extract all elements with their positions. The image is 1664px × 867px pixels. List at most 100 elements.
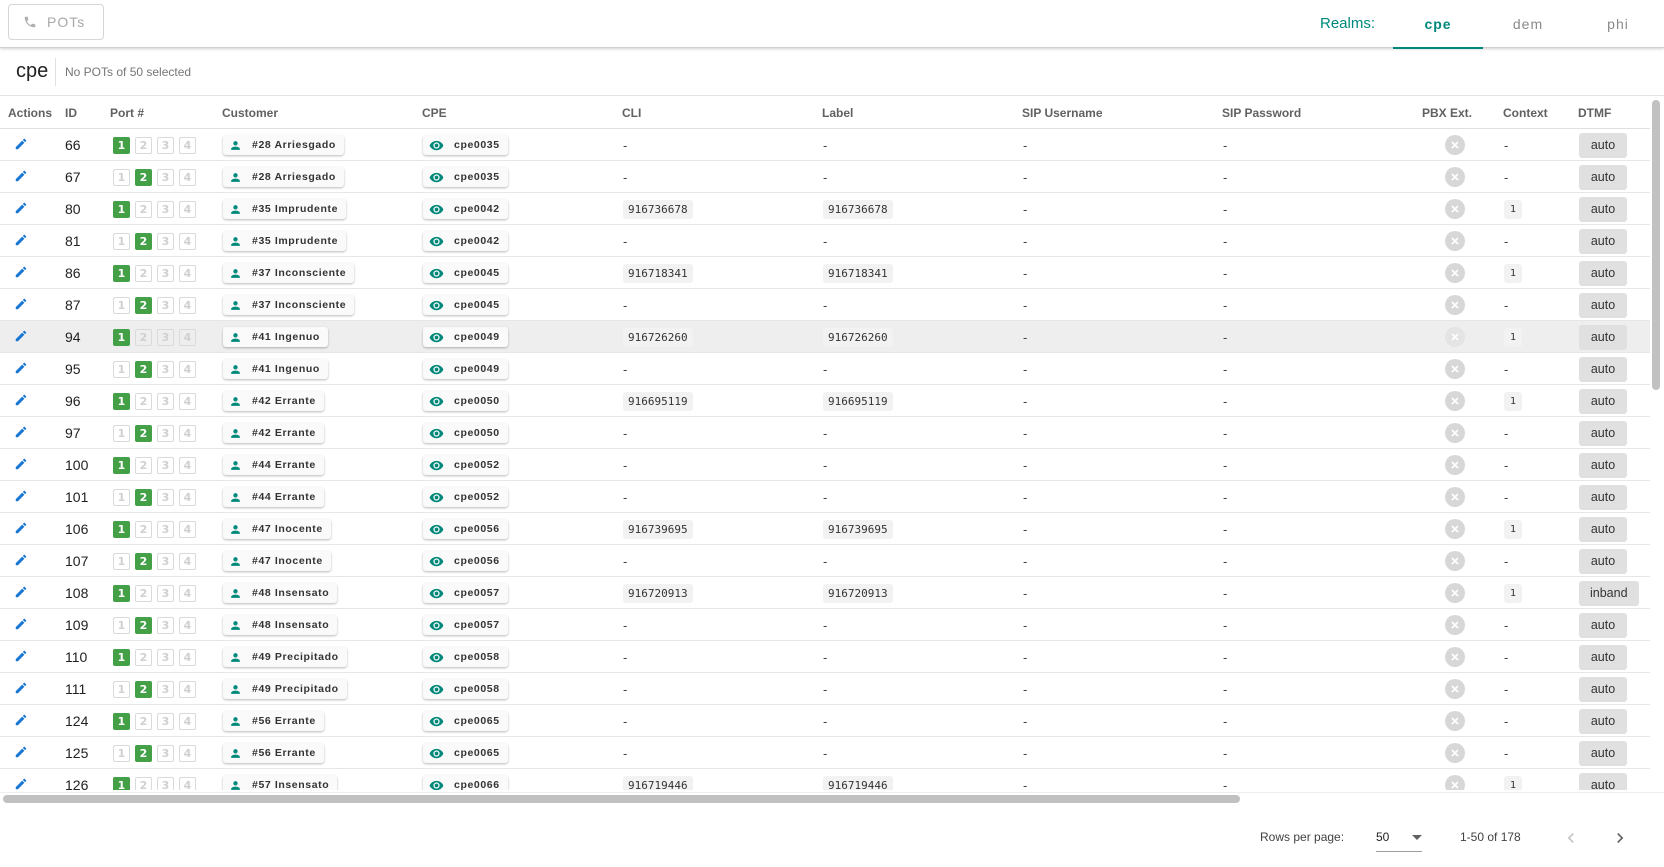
customer-chip[interactable]: #28 Arriesgado bbox=[223, 135, 344, 155]
customer-chip[interactable]: #37 Inconsciente bbox=[223, 263, 355, 283]
column-header-customer[interactable]: Customer bbox=[222, 106, 278, 120]
tab-realm-phi[interactable]: phi bbox=[1573, 0, 1663, 48]
edit-icon[interactable] bbox=[14, 777, 28, 791]
edit-icon[interactable] bbox=[14, 617, 28, 634]
rows-per-page-select[interactable]: 50 bbox=[1376, 824, 1422, 852]
cpe-chip[interactable]: cpe0056 bbox=[423, 551, 508, 571]
dtmf-button[interactable]: auto bbox=[1579, 452, 1627, 478]
dtmf-button[interactable]: auto bbox=[1579, 260, 1627, 286]
column-header-pbx-ext[interactable]: PBX Ext. bbox=[1422, 106, 1472, 120]
dtmf-button[interactable]: auto bbox=[1579, 356, 1627, 382]
customer-chip[interactable]: #41 Ingenuo bbox=[223, 327, 328, 347]
edit-icon[interactable] bbox=[14, 329, 28, 346]
dtmf-button[interactable]: auto bbox=[1579, 548, 1627, 574]
edit-icon[interactable] bbox=[14, 521, 28, 538]
dtmf-button[interactable]: auto bbox=[1579, 740, 1627, 766]
table-row[interactable]: 111 1 2 3 4 #49 Precipitado cpe0058- - - - - auto bbox=[0, 673, 1650, 705]
customer-chip[interactable]: #44 Errante bbox=[223, 455, 324, 475]
horizontal-scrollbar[interactable] bbox=[3, 795, 1240, 803]
column-header-sip-username[interactable]: SIP Username bbox=[1022, 106, 1103, 120]
cpe-chip[interactable]: cpe0045 bbox=[423, 263, 508, 283]
customer-chip[interactable]: #47 Inocente bbox=[223, 519, 331, 539]
column-header-dtmf[interactable]: DTMF bbox=[1578, 106, 1611, 120]
table-row[interactable]: 86 1 2 3 4 #37 Inconsciente cpe0045 916718341 91… bbox=[0, 257, 1650, 289]
table-row[interactable]: 108 1 2 3 4 #48 Insensato cpe0057 916720913 9167… bbox=[0, 577, 1650, 609]
edit-icon[interactable] bbox=[14, 265, 28, 282]
edit-icon[interactable] bbox=[14, 201, 28, 218]
column-header-label[interactable]: Label bbox=[822, 106, 853, 120]
pots-button[interactable]: POTs bbox=[8, 4, 104, 40]
dtmf-button[interactable]: auto bbox=[1579, 132, 1627, 158]
customer-chip[interactable]: #41 Ingenuo bbox=[223, 359, 328, 379]
cpe-chip[interactable]: cpe0042 bbox=[423, 231, 508, 251]
table-row[interactable]: 96 1 2 3 4 #42 Errante cpe0050 916695119 9166951… bbox=[0, 385, 1650, 417]
customer-chip[interactable]: #35 Imprudente bbox=[223, 231, 347, 251]
dtmf-button[interactable]: auto bbox=[1579, 324, 1627, 350]
table-row[interactable]: 66 1 2 3 4 #28 Arriesgado cpe0035 - - - - - auto bbox=[0, 129, 1650, 161]
cpe-chip[interactable]: cpe0057 bbox=[423, 583, 508, 603]
edit-icon[interactable] bbox=[14, 649, 28, 666]
dtmf-button[interactable]: auto bbox=[1579, 612, 1627, 638]
cpe-chip[interactable]: cpe0058 bbox=[423, 647, 508, 667]
edit-icon[interactable] bbox=[14, 393, 28, 410]
edit-icon[interactable] bbox=[14, 233, 28, 250]
table-row[interactable]: 87 1 2 3 4 #37 Inconsciente cpe0045 - - - - - auto bbox=[0, 289, 1650, 321]
customer-chip[interactable]: #44 Errante bbox=[223, 487, 324, 507]
dtmf-button[interactable]: auto bbox=[1579, 292, 1627, 318]
dtmf-button[interactable]: auto bbox=[1579, 420, 1627, 446]
table-row[interactable]: 94 1 2 3 4 #41 Ingenuo cpe0049 916726260 9167262… bbox=[0, 321, 1650, 353]
customer-chip[interactable]: #42 Errante bbox=[223, 391, 324, 411]
dtmf-button[interactable]: auto bbox=[1579, 772, 1627, 790]
table-row[interactable]: 95 1 2 3 4 #41 Ingenuo cpe0049 - - - - - auto bbox=[0, 353, 1650, 385]
dtmf-button[interactable]: auto bbox=[1579, 388, 1627, 414]
cpe-chip[interactable]: cpe0065 bbox=[423, 743, 508, 763]
cpe-chip[interactable]: cpe0052 bbox=[423, 487, 508, 507]
cpe-chip[interactable]: cpe0049 bbox=[423, 359, 508, 379]
customer-chip[interactable]: #57 Insensato bbox=[223, 775, 338, 790]
edit-icon[interactable] bbox=[14, 169, 28, 186]
customer-chip[interactable]: #49 Precipitado bbox=[223, 647, 347, 667]
customer-chip[interactable]: #42 Errante bbox=[223, 423, 324, 443]
customer-chip[interactable]: #48 Insensato bbox=[223, 615, 338, 635]
customer-chip[interactable]: #48 Insensato bbox=[223, 583, 338, 603]
cpe-chip[interactable]: cpe0049 bbox=[423, 327, 508, 347]
previous-page-button[interactable] bbox=[1555, 822, 1587, 854]
table-row[interactable]: 100 1 2 3 4 #44 Errante cpe0052 - - - - - auto bbox=[0, 449, 1650, 481]
dtmf-button[interactable]: auto bbox=[1579, 708, 1627, 734]
dtmf-button[interactable]: inband bbox=[1579, 580, 1639, 606]
customer-chip[interactable]: #56 Errante bbox=[223, 711, 324, 731]
edit-icon[interactable] bbox=[14, 489, 28, 506]
table-row[interactable]: 110 1 2 3 4 #49 Precipitado cpe0058 - - - - - auto bbox=[0, 641, 1650, 673]
dtmf-button[interactable]: auto bbox=[1579, 196, 1627, 222]
cpe-chip[interactable]: cpe0056 bbox=[423, 519, 508, 539]
cpe-chip[interactable]: cpe0066 bbox=[423, 775, 508, 790]
cpe-chip[interactable]: cpe0065 bbox=[423, 711, 508, 731]
dtmf-button[interactable]: auto bbox=[1579, 164, 1627, 190]
cpe-chip[interactable]: cpe0058 bbox=[423, 679, 508, 699]
cpe-chip[interactable]: cpe0050 bbox=[423, 423, 508, 443]
dtmf-button[interactable]: auto bbox=[1579, 644, 1627, 670]
edit-icon[interactable] bbox=[14, 137, 28, 154]
edit-icon[interactable] bbox=[14, 745, 28, 762]
column-header-id[interactable]: ID bbox=[65, 106, 77, 120]
column-header-sip-password[interactable]: SIP Password bbox=[1222, 106, 1301, 120]
table-row[interactable]: 125 1 2 3 4 #56 Errante cpe0065 - - - - - auto bbox=[0, 737, 1650, 769]
edit-icon[interactable] bbox=[14, 553, 28, 570]
table-row[interactable]: 97 1 2 3 4 #42 Errante cpe0050 - - - - - auto bbox=[0, 417, 1650, 449]
table-row[interactable]: 67 1 2 3 4 #28 Arriesgado cpe0035 - - - - - auto bbox=[0, 161, 1650, 193]
column-header-actions[interactable]: Actions bbox=[8, 106, 52, 120]
table-row[interactable]: 101 1 2 3 4 #44 Errante cpe0052 - - - - - auto bbox=[0, 481, 1650, 513]
dtmf-button[interactable]: auto bbox=[1579, 676, 1627, 702]
edit-icon[interactable] bbox=[14, 425, 28, 442]
dtmf-button[interactable]: auto bbox=[1579, 516, 1627, 542]
dtmf-button[interactable]: auto bbox=[1579, 228, 1627, 254]
cpe-chip[interactable]: cpe0052 bbox=[423, 455, 508, 475]
cpe-chip[interactable]: cpe0045 bbox=[423, 295, 508, 315]
column-header-cpe[interactable]: CPE bbox=[422, 106, 447, 120]
dtmf-button[interactable]: auto bbox=[1579, 484, 1627, 510]
edit-icon[interactable] bbox=[14, 361, 28, 378]
customer-chip[interactable]: #49 Precipitado bbox=[223, 679, 347, 699]
tab-realm-dem[interactable]: dem bbox=[1483, 0, 1573, 48]
edit-icon[interactable] bbox=[14, 457, 28, 474]
customer-chip[interactable]: #28 Arriesgado bbox=[223, 167, 344, 187]
